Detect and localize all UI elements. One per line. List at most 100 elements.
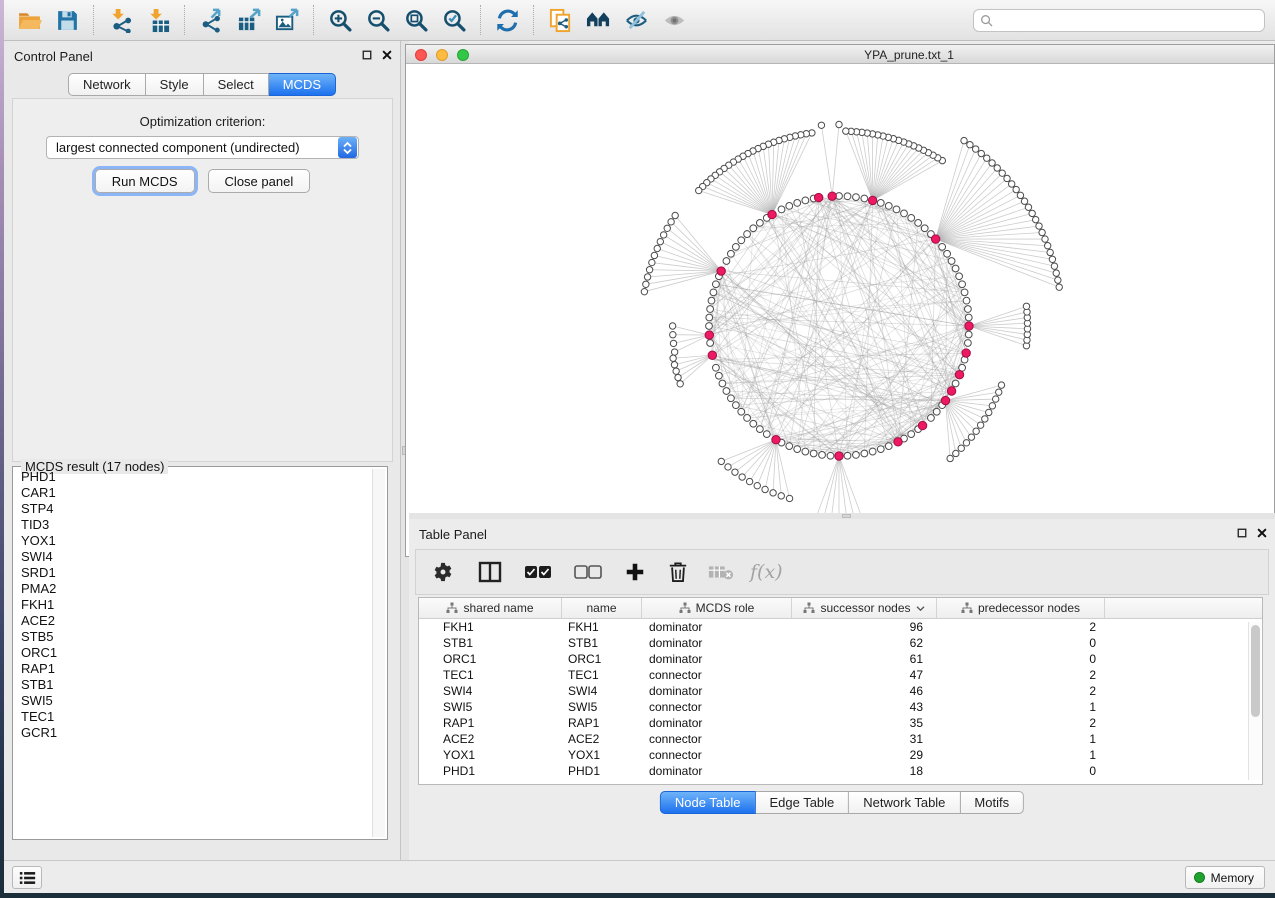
network-node[interactable] bbox=[712, 364, 719, 371]
leaf-node[interactable] bbox=[986, 409, 992, 415]
network-node[interactable] bbox=[939, 243, 946, 250]
mcds-node[interactable] bbox=[868, 196, 876, 204]
mcds-result-item[interactable]: TEC1 bbox=[15, 709, 371, 725]
network-node[interactable] bbox=[723, 258, 730, 265]
network-node[interactable] bbox=[869, 448, 876, 455]
leaf-node[interactable] bbox=[989, 160, 995, 166]
network-node[interactable] bbox=[786, 443, 793, 450]
mcds-result-item[interactable]: STP4 bbox=[15, 501, 371, 517]
leaf-node[interactable] bbox=[984, 155, 990, 161]
import-table-button[interactable] bbox=[139, 4, 177, 36]
leaf-node[interactable] bbox=[998, 382, 1004, 388]
network-node[interactable] bbox=[853, 194, 860, 201]
network-node[interactable] bbox=[948, 258, 955, 265]
network-canvas[interactable] bbox=[406, 64, 1274, 556]
network-node[interactable] bbox=[738, 237, 745, 244]
leaf-node[interactable] bbox=[843, 128, 849, 134]
network-node[interactable] bbox=[707, 306, 714, 313]
mcds-result-item[interactable]: ORC1 bbox=[15, 645, 371, 661]
mcds-result-item[interactable]: FKH1 bbox=[15, 597, 371, 613]
network-node[interactable] bbox=[763, 431, 770, 438]
table-row[interactable]: ACE2ACE2connector311 bbox=[419, 731, 1262, 747]
network-node[interactable] bbox=[728, 250, 735, 257]
network-node[interactable] bbox=[877, 199, 884, 206]
table-row[interactable]: ORC1ORC1dominator610 bbox=[419, 651, 1262, 667]
leaf-node[interactable] bbox=[669, 323, 675, 329]
table-scrollbar[interactable] bbox=[1248, 622, 1261, 780]
export-network-button[interactable] bbox=[192, 4, 230, 36]
leaf-node[interactable] bbox=[1029, 210, 1035, 216]
network-node[interactable] bbox=[723, 388, 730, 395]
float-panel-button[interactable] bbox=[1237, 528, 1247, 538]
network-node[interactable] bbox=[964, 306, 971, 313]
leaf-node[interactable] bbox=[978, 150, 984, 156]
leaf-node[interactable] bbox=[718, 458, 724, 464]
search-field[interactable] bbox=[973, 9, 1265, 32]
float-panel-button[interactable] bbox=[362, 50, 372, 60]
panel-mode-button[interactable] bbox=[478, 561, 502, 583]
new-network-from-selection-button[interactable] bbox=[541, 4, 579, 36]
leaf-node[interactable] bbox=[1047, 249, 1053, 255]
mcds-node[interactable] bbox=[705, 331, 713, 339]
network-node[interactable] bbox=[877, 446, 884, 453]
leaf-node[interactable] bbox=[994, 165, 1000, 171]
leaf-node[interactable] bbox=[746, 478, 752, 484]
mcds-result-item[interactable]: STB1 bbox=[15, 677, 371, 693]
network-node[interactable] bbox=[778, 206, 785, 213]
table-settings-button[interactable] bbox=[432, 561, 454, 583]
leaf-node[interactable] bbox=[1049, 256, 1055, 262]
leaf-node[interactable] bbox=[972, 146, 978, 152]
leaf-node[interactable] bbox=[670, 332, 676, 338]
leaf-node[interactable] bbox=[641, 288, 647, 294]
save-session-button[interactable] bbox=[48, 4, 86, 36]
network-node[interactable] bbox=[952, 380, 959, 387]
mcds-result-item[interactable]: ACE2 bbox=[15, 613, 371, 629]
deselect-all-rows-button[interactable] bbox=[574, 565, 602, 579]
tab-network[interactable]: Network bbox=[68, 73, 146, 96]
window-minimize-button[interactable] bbox=[436, 49, 448, 61]
leaf-node[interactable] bbox=[1042, 236, 1048, 242]
leaf-node[interactable] bbox=[675, 374, 681, 380]
mcds-result-item[interactable]: GCR1 bbox=[15, 725, 371, 741]
network-node[interactable] bbox=[756, 219, 763, 226]
leaf-node[interactable] bbox=[1051, 263, 1057, 269]
leaf-node[interactable] bbox=[649, 259, 655, 265]
window-close-button[interactable] bbox=[415, 49, 427, 61]
leaf-node[interactable] bbox=[672, 212, 678, 218]
network-node[interactable] bbox=[963, 297, 970, 304]
leaf-node[interactable] bbox=[1032, 216, 1038, 222]
leaf-node[interactable] bbox=[1055, 277, 1061, 283]
mcds-result-item[interactable]: CAR1 bbox=[15, 485, 371, 501]
mcds-result-item[interactable]: YOX1 bbox=[15, 533, 371, 549]
leaf-node[interactable] bbox=[739, 474, 745, 480]
show-all-button[interactable] bbox=[655, 4, 693, 36]
hide-selected-button[interactable] bbox=[617, 4, 655, 36]
close-panel-button[interactable] bbox=[382, 50, 392, 60]
leaf-node[interactable] bbox=[657, 238, 663, 244]
search-input[interactable] bbox=[997, 13, 1258, 27]
network-node[interactable] bbox=[794, 446, 801, 453]
network-node[interactable] bbox=[802, 197, 809, 204]
table-row[interactable]: STB1STB1dominator620 bbox=[419, 635, 1262, 651]
refresh-button[interactable] bbox=[488, 4, 526, 36]
network-node[interactable] bbox=[944, 250, 951, 257]
network-node[interactable] bbox=[921, 225, 928, 232]
tab-motifs[interactable]: Motifs bbox=[960, 791, 1024, 814]
export-table-button[interactable] bbox=[230, 4, 268, 36]
leaf-node[interactable] bbox=[646, 267, 652, 273]
leaf-node[interactable] bbox=[1039, 229, 1045, 235]
table-row[interactable]: SWI5SWI5connector431 bbox=[419, 699, 1262, 715]
leaf-node[interactable] bbox=[1021, 198, 1027, 204]
leaf-node[interactable] bbox=[818, 122, 824, 128]
mcds-node[interactable] bbox=[955, 370, 963, 378]
mcds-node[interactable] bbox=[768, 210, 776, 218]
network-node[interactable] bbox=[965, 331, 972, 338]
leaf-node[interactable] bbox=[1044, 243, 1050, 249]
network-node[interactable] bbox=[712, 281, 719, 288]
network-node[interactable] bbox=[901, 210, 908, 217]
table-scrollbar-thumb[interactable] bbox=[1251, 625, 1260, 717]
column-header-successor-nodes[interactable]: successor nodes bbox=[792, 598, 937, 618]
leaf-node[interactable] bbox=[996, 389, 1002, 395]
mcds-node[interactable] bbox=[717, 267, 725, 275]
mcds-node[interactable] bbox=[918, 421, 926, 429]
